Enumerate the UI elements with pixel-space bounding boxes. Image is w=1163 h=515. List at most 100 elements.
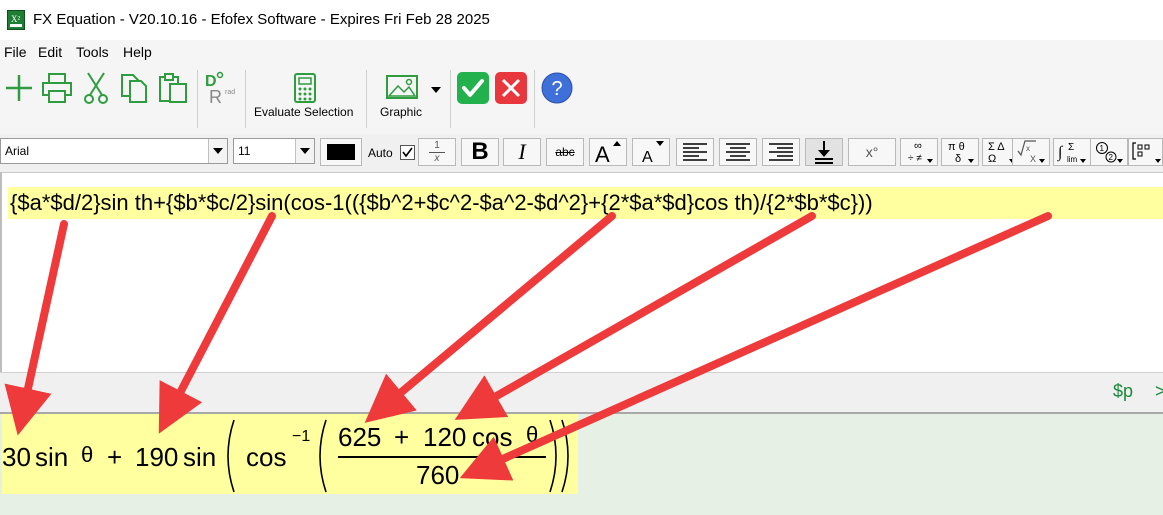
baseline-icon <box>815 141 833 164</box>
graphic-label[interactable]: Graphic <box>380 105 422 119</box>
svg-text:lim: lim <box>1067 155 1078 164</box>
radical-button[interactable]: x X <box>1012 138 1050 166</box>
bold-button[interactable]: B <box>461 138 499 166</box>
sin-function: sin <box>35 442 69 472</box>
matrix-button[interactable] <box>1128 138 1163 166</box>
cos-function: cos <box>246 442 287 472</box>
font-increase-icon: A <box>595 141 621 164</box>
theta-symbol: θ <box>81 442 94 467</box>
svg-text:X: X <box>1030 154 1036 164</box>
new-button[interactable] <box>2 68 36 108</box>
chevron-down-icon <box>431 87 441 93</box>
cancel-icon <box>495 72 527 104</box>
degrees-radians-button[interactable]: D R rad <box>203 68 239 108</box>
main-toolbar: D R rad Evaluate Selection Graphic ? <box>0 64 1163 134</box>
font-size-value: 11 <box>238 144 251 158</box>
auto-checkbox[interactable] <box>400 145 415 160</box>
numbering-button[interactable]: 1 2 <box>1090 138 1128 166</box>
increase-size-button[interactable]: A <box>589 138 627 166</box>
menu-file[interactable]: File <box>4 44 27 60</box>
greek-icon: π θ δ <box>948 141 974 165</box>
operators-button[interactable]: ∞ ÷ ≠ <box>900 138 938 166</box>
checkmark-icon <box>402 147 413 158</box>
copy-icon <box>121 74 147 103</box>
copy-button[interactable] <box>118 68 150 108</box>
equation-editor[interactable]: {$a*$d/2}sin th+{$b*$c/2}sin(cos-1(({$b^… <box>0 172 1163 372</box>
greek-button[interactable]: π θ δ <box>941 138 979 166</box>
cos-function: cos <box>472 422 513 452</box>
cancel-button[interactable] <box>494 68 528 108</box>
variables-bar: $p > <box>0 372 1163 412</box>
new-icon <box>6 75 32 101</box>
svg-text:π θ: π θ <box>948 141 965 153</box>
align-right-button[interactable] <box>762 138 800 166</box>
chevron-down-icon[interactable] <box>208 139 227 163</box>
toolbar-separator <box>245 70 246 128</box>
menu-edit[interactable]: Edit <box>38 44 62 60</box>
font-decrease-icon: A <box>642 141 664 164</box>
calculus-button[interactable]: ∫ Σ lim <box>1053 138 1091 166</box>
decrease-size-button[interactable]: A <box>632 138 670 166</box>
svg-text:A: A <box>642 149 653 164</box>
format-toolbar: Arial 11 Auto 1 x B I abc A A x° ∞ ÷ ≠ π… <box>0 134 1163 172</box>
paste-button[interactable] <box>156 68 190 108</box>
align-center-icon <box>726 143 750 161</box>
menu-help[interactable]: Help <box>123 44 152 60</box>
svg-text:∫: ∫ <box>1057 144 1064 162</box>
chevron-down-icon[interactable] <box>295 139 314 163</box>
fraction-bottom: x <box>434 152 440 164</box>
integral-sum-icon: ∫ Σ lim <box>1057 142 1086 164</box>
variable-link[interactable]: $p <box>1113 381 1133 402</box>
toolbar-separator <box>197 70 198 128</box>
graphic-icon <box>386 75 418 99</box>
ok-icon <box>457 72 489 104</box>
auto-label: Auto <box>368 146 393 160</box>
theta-symbol: θ <box>526 422 539 447</box>
window-title: FX Equation - V20.10.16 - Efofex Softwar… <box>33 11 490 28</box>
toolbar-separator <box>450 70 451 128</box>
rendered-equation: 30 sin θ + 190 sin cos −1 625 + 120 cos … <box>2 414 578 494</box>
more-variables-link[interactable]: > <box>1155 381 1163 402</box>
numerator-coefficient: 120 <box>423 422 467 452</box>
degree-button[interactable]: x° <box>848 138 896 166</box>
evaluate-selection-button[interactable] <box>280 68 330 108</box>
plus-sign: + <box>107 442 123 472</box>
menu-tools[interactable]: Tools <box>76 44 109 60</box>
svg-text:rad: rad <box>225 89 235 96</box>
color-swatch <box>327 144 355 160</box>
help-button[interactable]: ? <box>538 68 576 108</box>
italic-button[interactable]: I <box>503 138 541 166</box>
inverse-exponent: −1 <box>292 428 311 445</box>
graphic-button[interactable] <box>382 68 422 108</box>
denominator: 760 <box>416 460 460 490</box>
svg-text:R: R <box>209 87 222 106</box>
strikethrough-button[interactable]: abc <box>546 138 584 166</box>
align-left-button[interactable] <box>676 138 714 166</box>
color-picker-button[interactable] <box>320 138 362 166</box>
print-icon <box>42 73 72 103</box>
svg-text:?: ? <box>551 78 562 100</box>
ok-button[interactable] <box>456 68 490 108</box>
align-left-icon <box>683 143 707 161</box>
equation-input-text[interactable]: {$a*$d/2}sin th+{$b*$c/2}sin(cos-1(({$b^… <box>8 187 1163 219</box>
font-select[interactable]: Arial <box>0 138 228 164</box>
baseline-align-button[interactable] <box>805 138 843 166</box>
fraction-button[interactable]: 1 x <box>418 138 456 166</box>
svg-text:Σ Δ: Σ Δ <box>988 141 1005 153</box>
sin-function: sin <box>183 442 217 472</box>
cut-button[interactable] <box>80 68 112 108</box>
calculator-icon <box>294 73 316 103</box>
degrees-radians-icon: D R rad <box>205 71 235 106</box>
svg-text:÷ ≠: ÷ ≠ <box>908 153 922 164</box>
print-button[interactable] <box>40 68 74 108</box>
toolbar-separator <box>534 70 535 128</box>
graphic-dropdown-button[interactable] <box>428 82 444 98</box>
font-size-select[interactable]: 11 <box>233 138 315 164</box>
align-center-button[interactable] <box>719 138 757 166</box>
svg-text:A: A <box>595 142 610 164</box>
toolbar-separator <box>366 70 367 128</box>
evaluate-selection-label[interactable]: Evaluate Selection <box>254 105 353 119</box>
term1-coefficient: 30 <box>2 442 31 472</box>
term2-coefficient: 190 <box>135 442 179 472</box>
operators-icon: ∞ ÷ ≠ <box>908 140 933 164</box>
